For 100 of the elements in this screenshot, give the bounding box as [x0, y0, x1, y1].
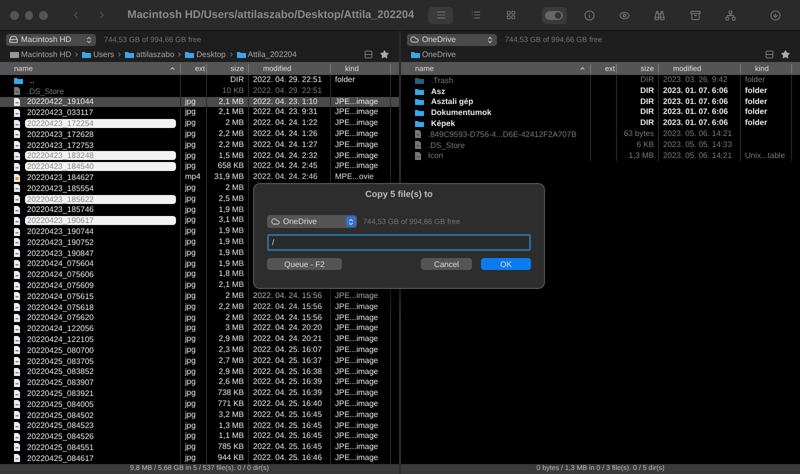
file-name[interactable]: Asz	[429, 86, 586, 96]
breadcrumb-item[interactable]: OneDrive	[422, 50, 456, 59]
drive-select[interactable]: OneDrive	[407, 34, 497, 46]
breadcrumb-item[interactable]: Desktop	[196, 50, 226, 59]
file-icon	[14, 454, 20, 462]
size-cell: 658 KB	[207, 161, 249, 172]
file-name[interactable]: Képek	[429, 119, 586, 128]
modified-cell: 2022. 04. 25. 16:45	[249, 431, 331, 442]
cursor-row[interactable]: 20220422_191044 jpg 2,1 MB 2022. 04. 23. 1:10 JPE...image	[0, 96, 399, 108]
file-name[interactable]: 20220423_190847	[25, 248, 176, 258]
file-name[interactable]: 20220424_075615	[25, 292, 176, 301]
file-name[interactable]: 20220423_184627	[25, 173, 176, 182]
file-name[interactable]: Asztali gép	[429, 97, 586, 106]
file-icon	[14, 314, 20, 322]
rows-icon[interactable]	[765, 50, 774, 59]
file-name[interactable]: 20220425_084617	[25, 454, 176, 463]
file-name[interactable]: 20220423_190752	[25, 238, 176, 247]
file-name[interactable]: 20220424_075606	[25, 270, 176, 280]
size-cell: 1,1 MB	[207, 431, 249, 442]
modified-cell: 2023. 01. 07. 6:06	[659, 118, 741, 129]
file-name[interactable]: 20220424_122056	[25, 324, 176, 334]
breadcrumb-item[interactable]: Users	[93, 50, 114, 59]
kind-cell: folder	[741, 86, 792, 97]
file-name[interactable]: ..	[28, 76, 176, 85]
path-field[interactable]: /	[267, 234, 531, 251]
ext-cell: jpg	[181, 140, 207, 151]
breadcrumb-item[interactable]: attilaszabo	[136, 50, 174, 59]
video-file-icon	[14, 174, 20, 182]
file-icon	[415, 152, 421, 160]
breadcrumb-item[interactable]: Attila_202204	[248, 50, 297, 59]
file-icon	[14, 120, 20, 128]
file-name[interactable]: .DS_Store	[25, 86, 176, 96]
file-name[interactable]: Dokumentumok	[429, 108, 586, 118]
file-name[interactable]: 20220425_084502	[25, 410, 176, 420]
size-cell: 3,1 MB	[207, 215, 249, 226]
kind-cell: JPE...image	[331, 442, 391, 453]
breadcrumb-item[interactable]: Macintosh HD	[21, 50, 72, 59]
file-name[interactable]: 20220424_075604	[25, 259, 176, 268]
size-cell: DIR	[617, 86, 659, 97]
file-name[interactable]: 20220423_185746	[25, 205, 176, 214]
file-name[interactable]: 20220424_075618	[25, 302, 176, 312]
dialog-button[interactable]: Queue - F2	[267, 258, 342, 270]
drive-select[interactable]: Macintosh HD	[6, 34, 96, 46]
kind-cell: JPE...image	[331, 312, 391, 324]
ext-cell: jpg	[181, 366, 207, 378]
modified-cell: 2022. 04. 24. 20:21	[249, 334, 331, 345]
modified-cell: 2022. 04. 25. 16:37	[249, 356, 331, 367]
dialog-title: Copy 5 file(s) to	[364, 189, 434, 199]
file-name[interactable]: 20220425_083907	[25, 378, 176, 388]
drive-select[interactable]: OneDrive	[267, 215, 357, 228]
file-icon	[14, 228, 20, 236]
ext-cell: jpg	[181, 334, 207, 345]
file-name[interactable]: 20220424_075620	[25, 313, 176, 322]
file-name[interactable]: Icon	[426, 151, 586, 160]
file-name[interactable]: 20220424_122105	[25, 335, 176, 344]
zoom-button[interactable]	[39, 10, 48, 20]
kind-cell: JPE...image	[331, 377, 391, 388]
dialog-button[interactable]: Cancel	[421, 258, 472, 270]
file-icon	[14, 184, 20, 192]
file-name[interactable]: 20220425_083705	[25, 356, 176, 366]
close-button[interactable]	[10, 10, 19, 20]
modified-cell: 2022. 04. 25. 16:45	[249, 442, 331, 453]
list-view-button[interactable]	[428, 6, 454, 24]
modified-cell: 2022. 04. 25. 16:39	[249, 388, 331, 399]
file-name[interactable]: 20220425_083852	[25, 367, 176, 376]
file-icon	[14, 216, 20, 225]
file-name[interactable]: 20220423_190744	[25, 227, 176, 236]
folder-icon	[185, 51, 194, 58]
file-icon	[14, 346, 20, 354]
star-icon[interactable]	[781, 50, 790, 59]
chevron-icon	[228, 51, 235, 58]
file-name[interactable]: 20220422_191044	[25, 97, 176, 106]
file-name[interactable]: 20220423_172753	[25, 140, 176, 150]
file-name[interactable]: .849C9593-D756-4...D6E-42412F2A707B	[426, 130, 586, 139]
file-icon	[14, 152, 20, 160]
file-name[interactable]: 20220425_084005	[25, 400, 176, 409]
file-name[interactable]: 20220425_084526	[25, 432, 176, 442]
file-name[interactable]: 20220425_080700	[25, 346, 176, 355]
file-name[interactable]: .DS_Store	[426, 140, 586, 150]
file-name[interactable]: 20220423_185554	[25, 184, 176, 193]
sort-caret-icon	[579, 65, 586, 72]
size-cell: DIR	[617, 118, 659, 129]
file-name[interactable]: 20220425_084523	[25, 421, 176, 430]
file-name[interactable]: 20220423_033117	[25, 108, 176, 118]
minimize-button[interactable]	[24, 10, 34, 20]
file-name[interactable]: 20220424_075609	[25, 281, 176, 290]
file-name[interactable]: 20220423_172628	[25, 130, 176, 139]
file-name[interactable]: .Trash	[429, 76, 586, 85]
file-name[interactable]: 20220425_084551	[25, 442, 176, 452]
file-icon	[14, 108, 20, 117]
rows-icon[interactable]	[364, 50, 373, 59]
modified-cell: 2022. 04. 23. 1:10	[249, 96, 331, 108]
star-icon[interactable]	[380, 50, 389, 59]
toggle-button[interactable]	[542, 6, 567, 24]
size-cell: DIR	[617, 96, 659, 108]
ext-cell: jpg	[181, 236, 207, 248]
file-name[interactable]: 20220425_083921	[25, 389, 176, 398]
file-icon	[14, 357, 20, 366]
modified-cell: 2022. 04. 24. 2:32	[249, 150, 331, 162]
folder-icon	[236, 51, 246, 58]
